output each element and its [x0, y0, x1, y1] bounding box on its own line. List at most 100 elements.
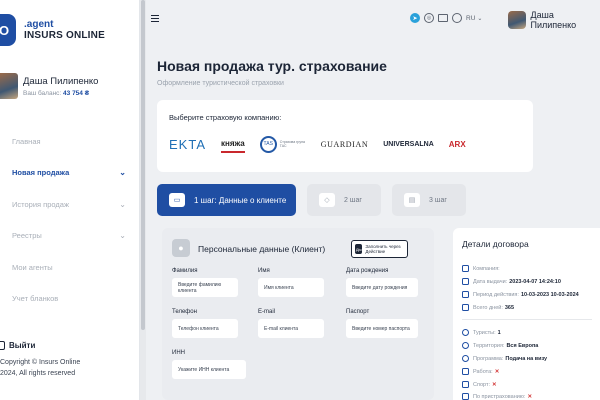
users-icon [462, 329, 469, 336]
copyright-line1: Copyright © Insurs Online [0, 359, 81, 366]
step-2[interactable]: ◇ 2 шаг [307, 184, 381, 216]
divider [462, 319, 592, 320]
topbar: ➤ ◎ RU ⌄ Даша Пилипенко [146, 0, 600, 40]
logo[interactable]: O .agent INSURS ONLINE [0, 14, 105, 46]
sidebar-item-registers[interactable]: Реестры ⌄ [0, 223, 139, 249]
step-label: 2 шаг [344, 196, 362, 204]
phone-field[interactable]: Телефон клиента [172, 319, 238, 338]
detail-territory: Территория: Вся Европа [462, 342, 538, 349]
birth-date-field[interactable]: Введите дату рождения [346, 278, 418, 297]
page-title: Новая продажа тур. страхование [157, 58, 387, 74]
passport-label: Паспорт [346, 309, 370, 315]
detail-tourists: Туристы: 1 [462, 329, 501, 336]
birth-date-label: Дата рождения [346, 268, 389, 274]
logout-button[interactable]: Выйти [0, 341, 35, 350]
sidebar-item-label: Учет бланков [12, 294, 59, 303]
detail-work: Работа: ✕ [462, 368, 499, 375]
company-logo-universalna[interactable]: UNIVERSALNA [383, 135, 434, 153]
chevron-down-icon[interactable]: ⌄ [477, 15, 482, 22]
step-label: 1 шаг: Данные о клиенте [194, 195, 287, 205]
sidebar: O .agent INSURS ONLINE Даша Пилипенко Ва… [0, 0, 140, 400]
company-logo-ekta[interactable]: EKTA [169, 135, 206, 153]
name-field[interactable]: Имя клиента [258, 278, 324, 297]
top-icons: ➤ ◎ RU ⌄ [410, 13, 482, 23]
support-icon[interactable]: ◎ [424, 13, 434, 23]
company-panel-title: Выберите страховую компанию: [169, 113, 282, 122]
telegram-icon[interactable]: ➤ [410, 13, 420, 23]
detail-days: Всего дней: 365 [462, 304, 514, 311]
calendar-icon [462, 291, 469, 298]
sidebar-item-sales-history[interactable]: История продаж ⌄ [0, 191, 139, 217]
detail-sport: Спорт: ✕ [462, 381, 497, 388]
no-icon: ✕ [494, 368, 500, 375]
sidebar-item-label: Новая продажа [12, 168, 70, 177]
company-logo-knyazha[interactable]: княжа [221, 135, 245, 153]
company-panel: Выберите страховую компанию: EKTA княжа … [157, 100, 533, 172]
logout-icon [0, 341, 5, 350]
chevron-down-icon: ⌄ [119, 231, 126, 240]
menu-toggle-icon[interactable] [151, 15, 159, 24]
personal-data-panel: ● Персональные данные (Клиент) Дія Запол… [162, 228, 434, 400]
contract-details-title: Детали договора [462, 239, 529, 249]
language-select[interactable]: RU [466, 15, 475, 22]
topbar-user[interactable]: Даша Пилипенко [508, 10, 600, 30]
detail-period: Период действия: 10-03-2023 10-03-2024 [462, 291, 579, 298]
company-logo-arx[interactable]: ARX [449, 135, 466, 153]
sidebar-item-blanks[interactable]: Учет бланков [0, 286, 139, 312]
surname-field[interactable]: Введите фамилию клиента [172, 278, 238, 297]
inn-label: ИНН [172, 350, 185, 356]
fill-via-diia-button[interactable]: Дія Заполнить через Действие [351, 240, 408, 258]
balance-label: Ваш баланс: [23, 89, 62, 97]
step-3[interactable]: ▤ 3 шаг [392, 184, 466, 216]
company-logos: EKTA княжа TAS Страхова група ТАС GUARDI… [169, 135, 481, 153]
shield-icon: ◇ [319, 193, 335, 207]
chevron-down-icon: ⌄ [119, 168, 126, 177]
copyright: Copyright © Insurs Online 2024, All righ… [0, 358, 80, 380]
company-logo-tas[interactable]: TAS Страхова група ТАС [259, 135, 306, 153]
user-icon: ● [172, 239, 190, 257]
plus-icon [462, 393, 469, 400]
inn-field[interactable]: Укажите ИНН клиента [172, 360, 246, 379]
user-name: Даша Пилипенко [23, 75, 99, 87]
detail-extra: По пристрахованию: ✕ [462, 393, 532, 400]
user-balance: Ваш баланс: 43 754 ₴ [23, 90, 98, 97]
no-icon: ✕ [527, 393, 533, 400]
step-label: 3 шаг [429, 196, 447, 204]
calendar-icon [462, 278, 469, 285]
sidebar-item-my-agents[interactable]: Мои агенты [0, 254, 139, 280]
document-icon: ▤ [404, 193, 420, 207]
globe-icon [462, 342, 469, 349]
mail-icon[interactable] [438, 14, 448, 22]
personal-data-title: Персональные данные (Клиент) [198, 244, 326, 254]
topbar-user-name: Даша Пилипенко [530, 10, 577, 30]
sidebar-item-label: Мои агенты [12, 262, 53, 272]
user-card[interactable]: Даша Пилипенко Ваш баланс: 43 754 ₴ [0, 73, 98, 99]
detail-issue-date: Дата выдачи: 2023-04-07 14:24:10 [462, 278, 561, 285]
balance-value: 43 754 ₴ [63, 89, 90, 97]
sidebar-item-label: История продаж [12, 199, 69, 209]
building-icon [462, 265, 469, 272]
tas-logo-icon: TAS [259, 135, 277, 153]
company-logo-tas-label: Страхова група ТАС [279, 139, 305, 148]
sidebar-scrollbar[interactable] [140, 0, 146, 400]
no-icon: ✕ [492, 381, 497, 388]
company-logo-guardian[interactable]: GUARDIAN [321, 135, 368, 153]
sidebar-item-label: Главная [12, 136, 41, 146]
diia-icon: Дія [355, 244, 363, 254]
id-card-icon: ▭ [169, 193, 185, 207]
passport-field[interactable]: Введите номер паспорта [346, 319, 418, 338]
globe-icon[interactable] [452, 13, 462, 23]
logo-line1: .agent [24, 18, 54, 30]
sidebar-item-home[interactable]: Главная [0, 128, 139, 154]
sidebar-menu: Главная Новая продажа ⌄ История продаж ⌄… [0, 128, 139, 317]
avatar [508, 11, 526, 29]
step-1[interactable]: ▭ 1 шаг: Данные о клиенте [157, 184, 296, 216]
logo-line2: INSURS ONLINE [24, 30, 105, 41]
scrollbar-thumb[interactable] [141, 0, 145, 330]
briefcase-icon [462, 368, 469, 375]
email-field[interactable]: E-mail клиента [258, 319, 324, 338]
avatar [0, 73, 18, 99]
detail-program: Программа: Подача на визу [462, 355, 547, 362]
sidebar-item-new-sale[interactable]: Новая продажа ⌄ [0, 160, 139, 186]
page-subtitle: Оформление туристической страховки [157, 80, 284, 87]
